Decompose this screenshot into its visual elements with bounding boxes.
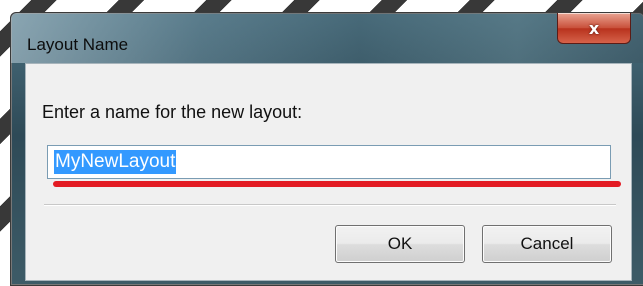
selected-input-text: MyNewLayout <box>54 150 177 174</box>
ok-button[interactable]: OK <box>335 225 465 263</box>
layout-name-dialog: Layout Name x Enter a name for the new l… <box>10 12 643 286</box>
prompt-label: Enter a name for the new layout: <box>42 102 303 122</box>
close-button[interactable]: x <box>557 13 631 44</box>
cancel-button[interactable]: Cancel <box>482 225 612 263</box>
annotation-underline <box>53 181 621 187</box>
dialog-content: Enter a name for the new layout: MyNewLa… <box>25 63 632 281</box>
dialog-title: Layout Name <box>27 35 129 54</box>
close-icon: x <box>588 18 600 38</box>
title-bar[interactable]: Layout Name x <box>11 13 643 63</box>
separator <box>44 204 616 206</box>
